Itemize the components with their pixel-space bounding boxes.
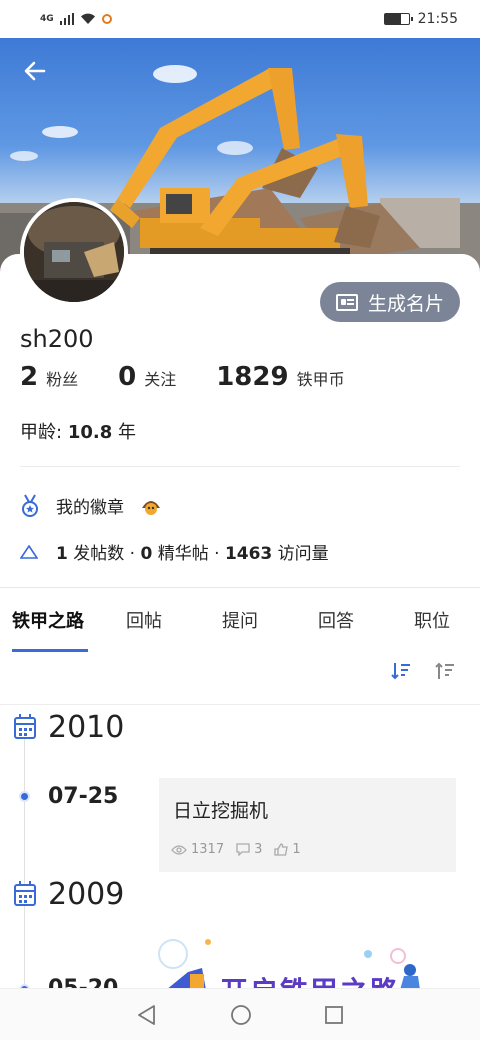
status-bar: 4G 21:55: [0, 0, 480, 38]
calendar-icon: [14, 880, 36, 906]
clock: 21:55: [417, 11, 458, 27]
age-unit: 年: [117, 422, 136, 443]
timeline-dot: [19, 791, 30, 802]
tab-label: 回答: [318, 611, 354, 632]
tab-answers[interactable]: 回答: [288, 588, 384, 652]
sort-controls: [390, 660, 456, 682]
likes-value: 1: [292, 842, 301, 857]
stat-fans[interactable]: 2 粉丝: [20, 362, 78, 392]
promo-banner[interactable]: 开启铁甲之路: [148, 934, 438, 990]
stat-label: 粉丝: [46, 370, 79, 389]
post-count: 1: [56, 544, 68, 564]
system-nav-bar: [0, 988, 480, 1040]
medal-icon: [22, 494, 38, 517]
thumb-up-icon: [274, 843, 289, 856]
generate-namecard-button[interactable]: 生成名片: [319, 282, 460, 322]
battery-icon: [383, 13, 413, 25]
stat-following[interactable]: 0 关注: [118, 362, 176, 392]
tab-label: 提问: [222, 611, 258, 632]
views-count: 1317: [171, 842, 224, 857]
back-arrow-icon: [24, 61, 46, 81]
username: sh200: [20, 325, 94, 353]
post-meta: 1317 3 1: [171, 842, 301, 857]
sort-desc-icon[interactable]: [390, 660, 412, 682]
stats-row: 2 粉丝 0 关注 1829 铁甲币: [20, 362, 345, 392]
entry-date: 07-25: [48, 784, 119, 809]
post-stats-row: 1 发帖数 · 0 精华帖 · 1463 访问量: [20, 539, 329, 564]
divider: [0, 704, 480, 705]
year-label: 2010: [48, 710, 125, 745]
wifi-icon: [80, 13, 95, 24]
my-badges-row[interactable]: 我的徽章: [20, 493, 162, 518]
post-stats-text: 1 发帖数 · 0 精华帖 · 1463 访问量: [56, 539, 329, 564]
status-left: 4G: [40, 13, 112, 25]
elite-count: 0: [140, 544, 153, 564]
back-button[interactable]: [22, 58, 54, 90]
avatar-image: [24, 202, 124, 302]
tab-tiejia-road[interactable]: 铁甲之路: [0, 588, 96, 652]
elite-label: 精华帖: [157, 544, 209, 564]
comments-value: 3: [254, 842, 263, 857]
divider: [20, 466, 460, 467]
year-heading: 2009: [14, 877, 124, 912]
tab-label: 回帖: [126, 611, 162, 632]
stat-value: 0: [118, 362, 137, 392]
visit-count: 1463: [224, 544, 273, 564]
calendar-icon: [14, 713, 36, 739]
nav-back-icon[interactable]: [136, 1004, 158, 1026]
comments-count: 3: [236, 842, 262, 857]
stat-value: 2: [20, 362, 39, 392]
badge-emblem-icon: [142, 500, 160, 515]
nav-recents-icon[interactable]: [324, 1005, 344, 1025]
timeline-line: [24, 738, 25, 998]
namecard-label: 生成名片: [367, 292, 444, 315]
id-card-icon: [335, 293, 358, 311]
stat-value: 1829: [216, 362, 289, 392]
separator: ·: [129, 544, 136, 564]
likes-count: 1: [274, 842, 301, 857]
stat-coins[interactable]: 1829 铁甲币: [216, 362, 344, 392]
timeline-post-card[interactable]: 日立挖掘机 1317 3 1: [159, 778, 456, 872]
visit-label: 访问量: [277, 544, 329, 564]
eye-icon: [171, 844, 187, 855]
post-label: 发帖数: [73, 544, 125, 564]
year-label: 2009: [48, 877, 125, 912]
membership-age: 甲龄: 10.8 年: [20, 418, 136, 444]
signal-icon: [59, 13, 74, 25]
network-type: 4G: [40, 14, 54, 24]
stat-label: 关注: [144, 370, 177, 389]
sort-asc-icon[interactable]: [434, 660, 456, 682]
battery-fill: [384, 14, 402, 24]
triangle-icon: [20, 544, 38, 559]
app-notification-icon: [101, 14, 112, 24]
tab-label: 铁甲之路: [12, 611, 84, 632]
tab-label: 职位: [414, 611, 450, 632]
banner-text: 开启铁甲之路: [220, 970, 400, 990]
tab-jobs[interactable]: 职位: [384, 588, 480, 652]
separator: ·: [214, 544, 220, 564]
avatar[interactable]: [20, 198, 128, 306]
tab-bar: 铁甲之路 回帖 提问 回答 职位: [0, 588, 480, 652]
age-value: 10.8: [67, 422, 113, 443]
badges-label: 我的徽章: [56, 498, 124, 518]
status-right: 21:55: [383, 11, 458, 27]
nav-home-icon[interactable]: [230, 1004, 252, 1026]
age-label: 甲龄:: [20, 422, 63, 443]
views-value: 1317: [191, 842, 225, 857]
comment-icon: [236, 843, 250, 856]
tab-questions[interactable]: 提问: [192, 588, 288, 652]
year-heading: 2010: [14, 710, 124, 745]
post-title: 日立挖掘机: [173, 800, 269, 822]
stat-label: 铁甲币: [296, 370, 345, 389]
tab-replies[interactable]: 回帖: [96, 588, 192, 652]
